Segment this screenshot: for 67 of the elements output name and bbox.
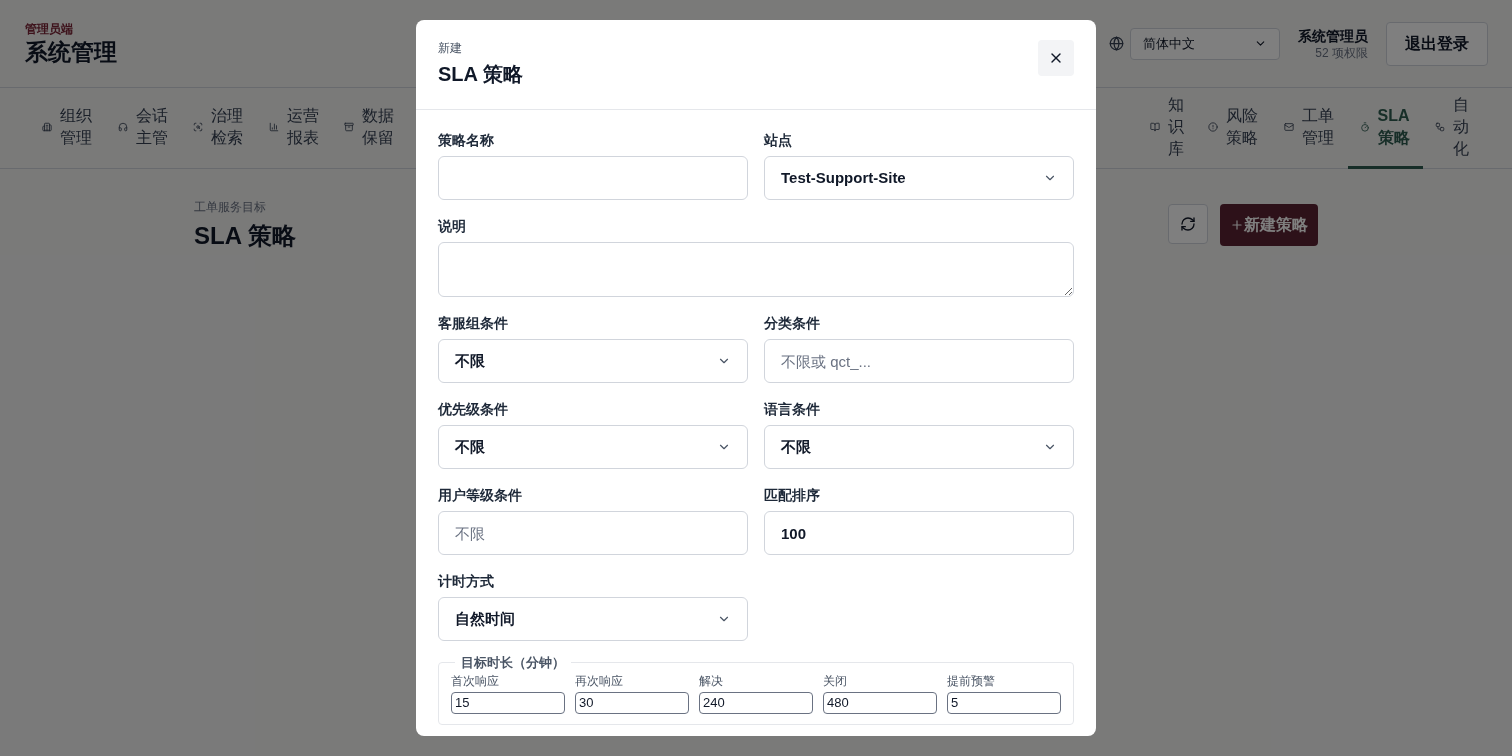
select-field[interactable]: 不限 xyxy=(438,339,748,383)
field-label: 关闭 xyxy=(823,672,848,689)
field-label: 策略名称 xyxy=(438,131,495,150)
select-field[interactable]: 自然时间 xyxy=(438,597,748,641)
page-title: SLA 策略 xyxy=(194,221,296,251)
number-field[interactable]: 30 xyxy=(575,691,689,714)
close-button[interactable] xyxy=(1038,40,1074,76)
text-field[interactable] xyxy=(438,156,748,200)
field-label: 优先级条件 xyxy=(438,400,509,419)
logout-button[interactable]: 退出登录 xyxy=(1386,21,1488,66)
field-label: 计时方式 xyxy=(438,572,495,591)
new-policy-button[interactable]: 新建策略 xyxy=(1220,204,1318,246)
field-label: 解决 xyxy=(699,672,724,689)
language-select[interactable]: 简体中文 xyxy=(1130,27,1280,60)
nav-tab[interactable]: 知识库 xyxy=(1137,88,1197,169)
select-field[interactable]: Test-Support-Site xyxy=(764,156,1074,200)
plus-icon xyxy=(1230,218,1244,232)
nav-tab[interactable]: 数据保留 xyxy=(332,88,408,169)
timer-icon xyxy=(1359,122,1370,132)
chart-icon xyxy=(268,122,279,132)
field-label: 客服组条件 xyxy=(438,314,509,333)
number-field[interactable]: 480 xyxy=(823,691,937,714)
text-field[interactable]: 不限或 qct_... xyxy=(764,339,1074,383)
field-label: 语言条件 xyxy=(764,400,821,419)
field-label: 说明 xyxy=(438,217,467,236)
book-icon xyxy=(1149,122,1160,132)
nav-tab[interactable]: 工单管理 xyxy=(1272,88,1348,169)
workflow-icon xyxy=(1435,122,1446,132)
field-label: 站点 xyxy=(764,131,793,150)
refresh-button[interactable] xyxy=(1168,204,1208,244)
nav-tab[interactable]: 治理检索 xyxy=(181,88,257,169)
number-field[interactable]: 240 xyxy=(699,691,813,714)
page-eyebrow: 工单服务目标 xyxy=(194,199,267,215)
field-label: 首次响应 xyxy=(451,672,500,689)
description-field[interactable] xyxy=(438,242,1074,297)
building-icon xyxy=(42,122,52,132)
field-label: 用户等级条件 xyxy=(438,486,523,505)
app-title: 系统管理 xyxy=(25,37,117,67)
nav-tab[interactable]: 组织管理 xyxy=(30,88,106,169)
dialog-eyebrow: 新建 xyxy=(438,40,463,56)
app-eyebrow: 管理员端 xyxy=(25,20,74,37)
nav-tab[interactable]: 运营报表 xyxy=(256,88,333,169)
field-label: 提前预警 xyxy=(947,672,996,689)
field-label: 分类条件 xyxy=(764,314,821,333)
scan-icon xyxy=(193,122,204,132)
text-field[interactable]: 不限 xyxy=(438,511,748,555)
nav-tab[interactable]: 会话主管 xyxy=(105,88,182,169)
user-name: 系统管理员 xyxy=(1298,26,1368,45)
text-field[interactable]: 100 xyxy=(764,511,1074,555)
field-label: 匹配排序 xyxy=(764,486,821,505)
globe-icon xyxy=(1109,36,1124,51)
select-field[interactable]: 不限 xyxy=(764,425,1074,469)
mail-icon xyxy=(1284,122,1294,132)
dialog-title: SLA 策略 xyxy=(438,62,523,87)
number-field[interactable]: 5 xyxy=(947,691,1061,714)
archive-icon xyxy=(344,122,355,132)
field-label: 再次响应 xyxy=(575,672,624,689)
nav-tab[interactable]: 自动化 xyxy=(1423,88,1482,169)
select-field[interactable]: 不限 xyxy=(438,425,748,469)
headphones-icon xyxy=(117,122,128,132)
permission-count: 52 项权限 xyxy=(1315,44,1368,61)
number-field[interactable]: 15 xyxy=(451,691,565,714)
refresh-icon xyxy=(1180,216,1196,232)
nav-tab[interactable]: 风险策略 xyxy=(1196,88,1272,169)
nav-tab[interactable]: SLA 策略 xyxy=(1347,88,1424,169)
group-legend: 目标时长（分钟） xyxy=(455,653,571,673)
alert-icon xyxy=(1208,122,1219,132)
